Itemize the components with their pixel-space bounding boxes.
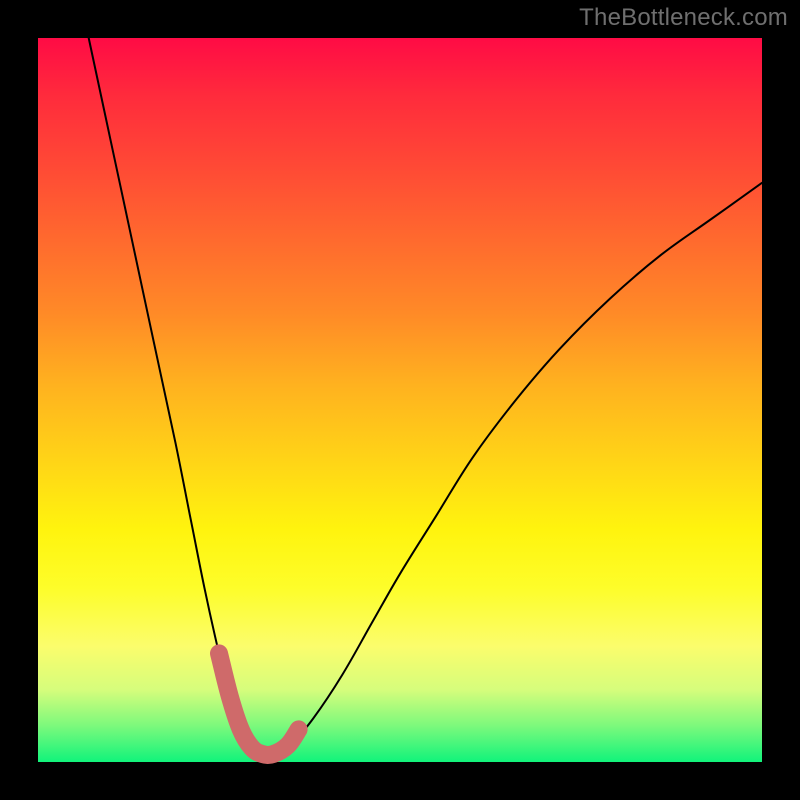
bottleneck-curve [89, 38, 762, 755]
highlight-segment [219, 653, 299, 755]
plot-area [38, 38, 762, 762]
chart-frame: TheBottleneck.com [0, 0, 800, 800]
curve-svg [38, 38, 762, 762]
watermark-text: TheBottleneck.com [579, 4, 788, 32]
